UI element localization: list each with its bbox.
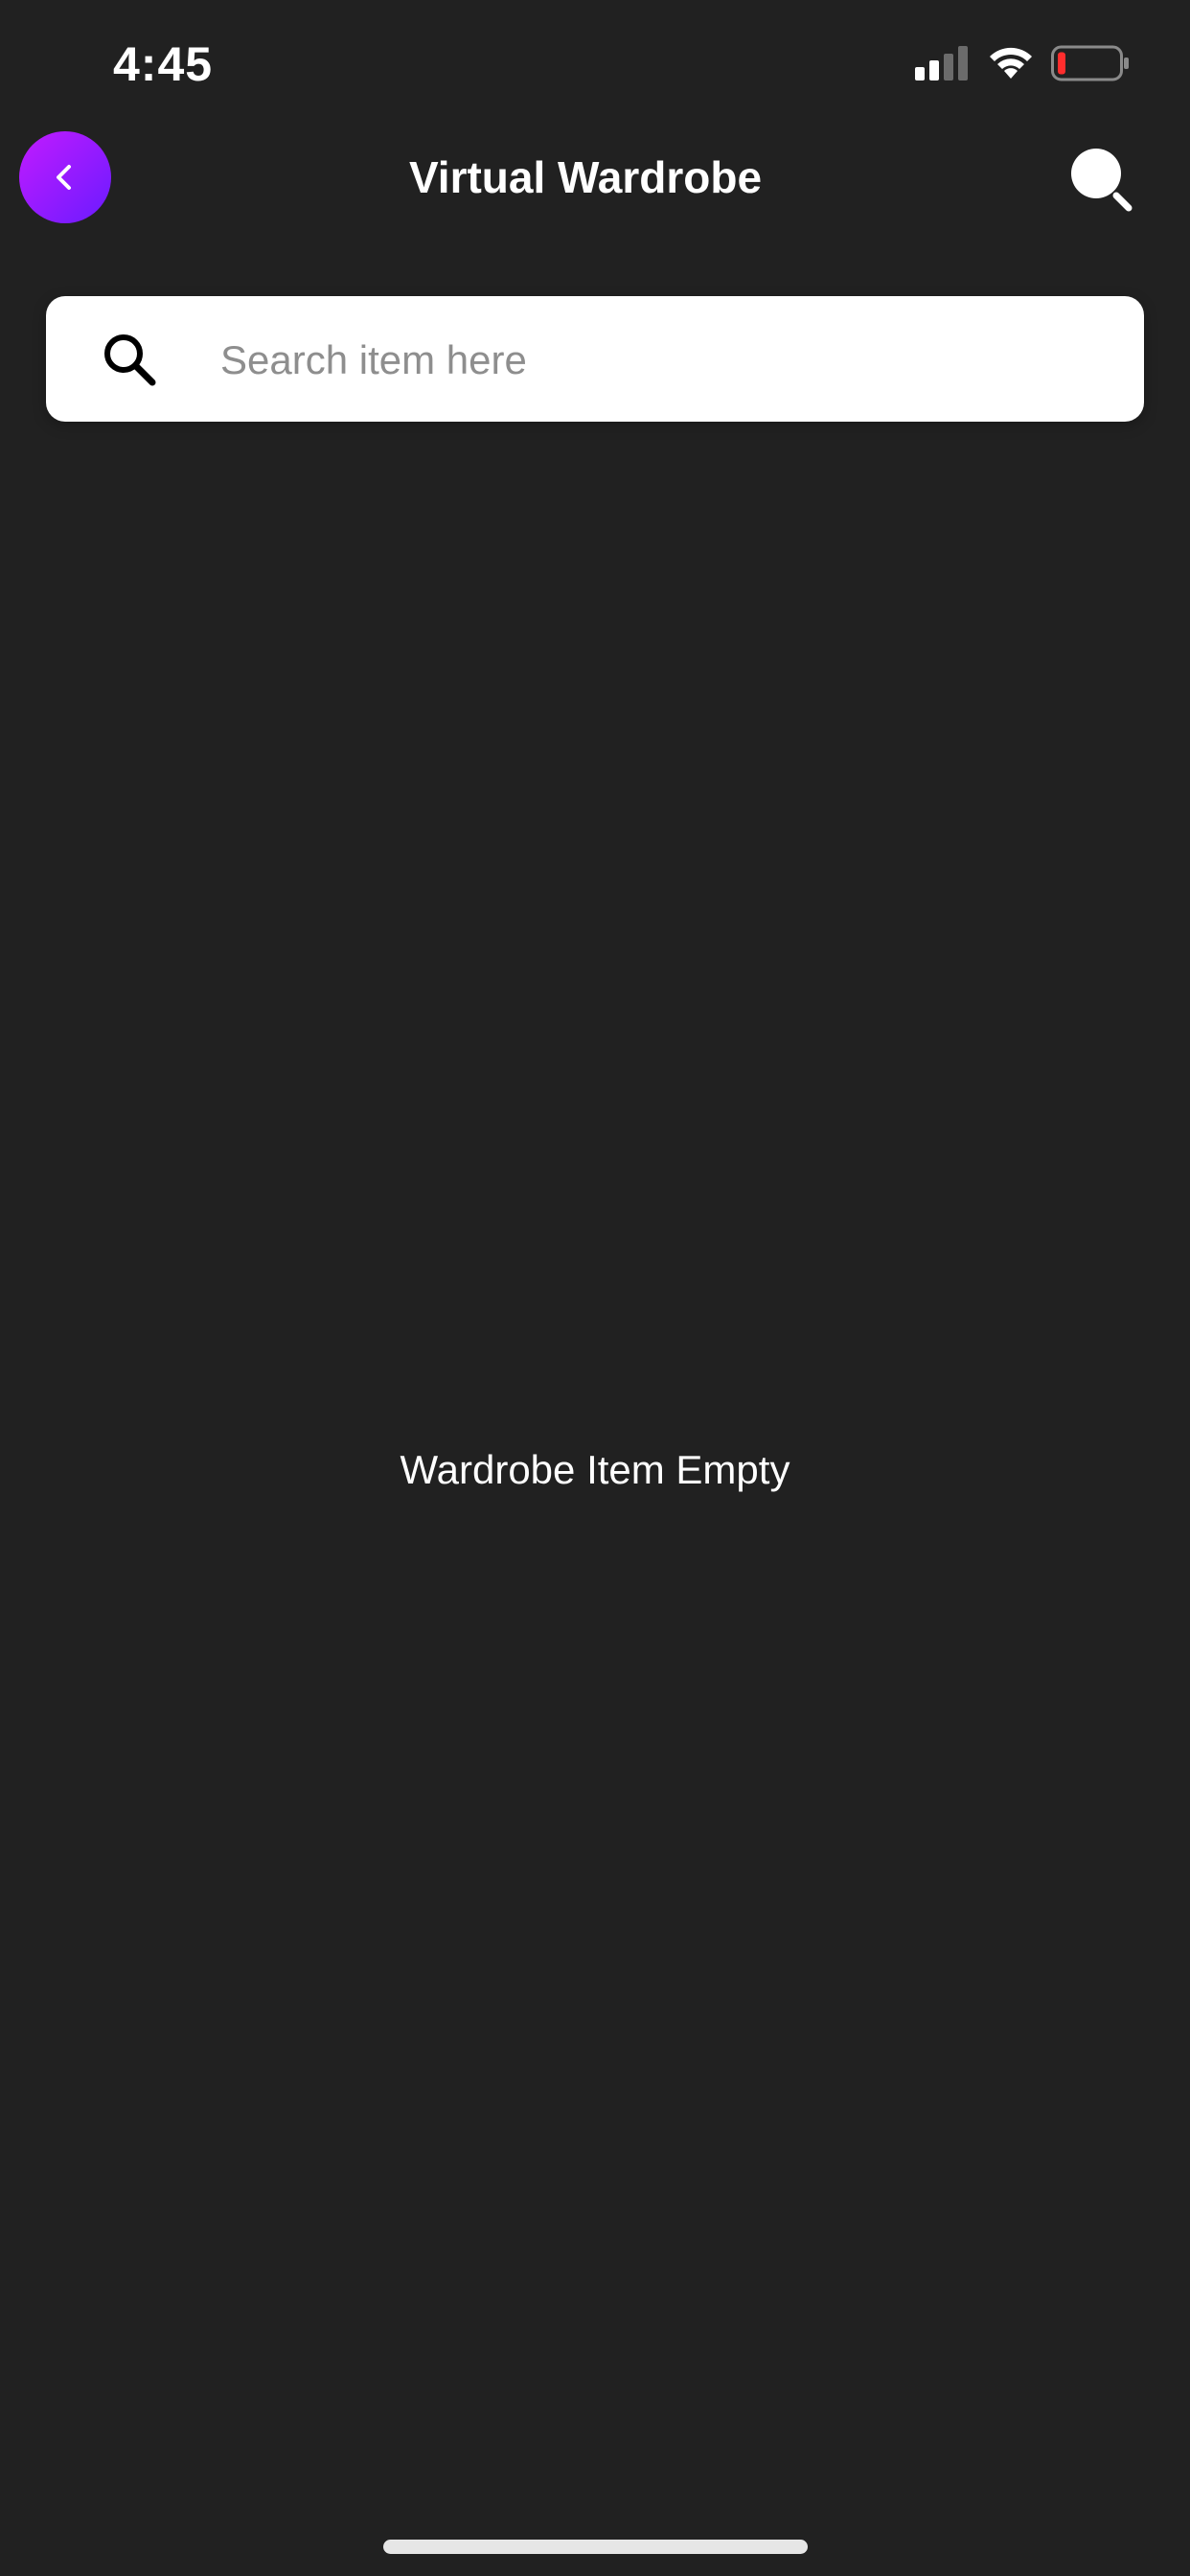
status-bar: 4:45	[0, 0, 1190, 125]
signal-icon	[915, 46, 968, 80]
home-indicator[interactable]	[383, 2540, 808, 2554]
empty-state-message: Wardrobe Item Empty	[400, 1447, 790, 1492]
virtual-wardrobe-screen: 4:45 Virtual Wardrobe Search item here W…	[0, 0, 1190, 2576]
search-field[interactable]	[46, 296, 1144, 424]
battery-icon	[1051, 45, 1129, 81]
search-icon	[1071, 149, 1133, 212]
search-icon	[104, 334, 156, 386]
header-search-button[interactable]	[1068, 146, 1135, 213]
page-title: Virtual Wardrobe	[408, 152, 763, 202]
wifi-icon	[990, 47, 1032, 79]
status-time: 4:45	[113, 37, 214, 91]
search-input[interactable]	[218, 296, 1123, 424]
